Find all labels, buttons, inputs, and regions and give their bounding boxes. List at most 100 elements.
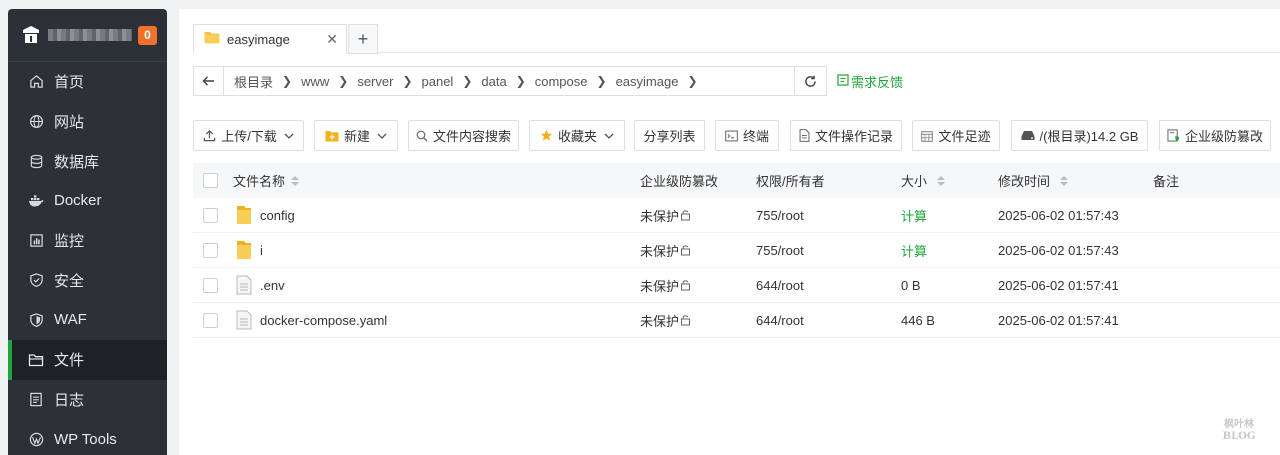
tamper-status[interactable]: 未保护 xyxy=(640,311,691,330)
plus-icon: + xyxy=(357,28,369,49)
sidebar: 0 首页 网站 数据库 Docker 监控 安全 WAF 文件 日志 WP To… xyxy=(8,9,167,455)
column-header-name[interactable]: 文件名称 xyxy=(233,171,300,190)
sidebar-item-waf[interactable]: WAF xyxy=(8,300,167,340)
file-name[interactable]: i xyxy=(260,243,263,258)
lock-icon xyxy=(680,209,691,221)
folder-icon xyxy=(204,31,220,47)
chevron-right-icon: ❯ xyxy=(282,74,293,88)
notification-badge[interactable]: 0 xyxy=(138,25,157,45)
sidebar-item-database[interactable]: 数据库 xyxy=(8,141,167,181)
tamper-protection-button[interactable]: 企业级防篡改 xyxy=(1159,120,1271,151)
upload-icon xyxy=(203,129,216,142)
content-search-label: 文件内容搜索 xyxy=(432,129,511,144)
favorites-button[interactable]: 收藏夹 xyxy=(529,120,625,151)
tamper-protection-label: 企业级防篡改 xyxy=(1184,129,1263,144)
sidebar-item-home[interactable]: 首页 xyxy=(8,62,167,102)
table-row[interactable]: docker-compose.yaml 未保护 644/root 446 B 2… xyxy=(193,303,1280,338)
tamper-status[interactable]: 未保护 xyxy=(640,241,691,260)
permission[interactable]: 755/root xyxy=(756,208,804,223)
breadcrumb-item-www[interactable]: www xyxy=(301,74,329,89)
file-footprint-button[interactable]: 文件足迹 xyxy=(912,120,1000,151)
permission[interactable]: 644/root xyxy=(756,278,804,293)
row-checkbox[interactable] xyxy=(203,207,218,223)
upload-download-button[interactable]: 上传/下载 xyxy=(193,120,304,151)
watermark: 枫叶林 BLOG xyxy=(1210,419,1268,443)
sidebar-item-monitor[interactable]: 监控 xyxy=(8,221,167,261)
select-all-checkbox[interactable] xyxy=(203,173,218,188)
tab-easyimage[interactable]: easyimage ✕ xyxy=(193,24,347,54)
upload-download-label: 上传/下载 xyxy=(221,129,277,144)
tamper-status[interactable]: 未保护 xyxy=(640,206,691,225)
tamper-status-label: 未保护 xyxy=(640,278,680,294)
disk-icon xyxy=(1021,130,1035,141)
sidebar-item-label: 安全 xyxy=(54,272,85,290)
search-icon xyxy=(416,130,428,142)
table-row[interactable]: i 未保护 755/root 计算 2025-06-02 01:57:43 xyxy=(193,233,1280,268)
chevron-right-icon: ❯ xyxy=(402,74,413,88)
permission[interactable]: 755/root xyxy=(756,243,804,258)
file-name[interactable]: docker-compose.yaml xyxy=(260,313,387,328)
monitor-icon xyxy=(28,233,44,249)
size-calculate-link[interactable]: 计算 xyxy=(901,206,927,225)
file-name[interactable]: config xyxy=(260,208,295,223)
modified-time: 2025-06-02 01:57:41 xyxy=(998,312,1119,328)
sidebar-item-label: 文件 xyxy=(54,352,85,370)
breadcrumb-item-server[interactable]: server xyxy=(357,74,393,89)
sidebar-item-security[interactable]: 安全 xyxy=(8,260,167,300)
breadcrumb: 根目录 ❯ www ❯ server ❯ panel ❯ data ❯ comp… xyxy=(224,72,794,91)
table-row[interactable]: config 未保护 755/root 计算 2025-06-02 01:57:… xyxy=(193,198,1280,233)
folder-icon xyxy=(28,352,44,368)
row-checkbox[interactable] xyxy=(203,277,218,293)
new-button[interactable]: 新建 xyxy=(314,120,398,151)
sidebar-item-label: WAF xyxy=(54,311,87,329)
sort-icon xyxy=(937,175,946,186)
table-header: 文件名称 企业级防篡改 权限/所有者 大小 修改时间 备注 xyxy=(193,163,1280,198)
sidebar-item-wp-tools[interactable]: WP Tools xyxy=(8,419,167,455)
tamper-status[interactable]: 未保护 xyxy=(640,276,691,295)
column-header-note: 备注 xyxy=(1153,174,1180,189)
arrow-left-icon xyxy=(202,76,215,86)
size-calculate-link[interactable]: 计算 xyxy=(901,241,927,260)
file-operation-log-label: 文件操作记录 xyxy=(814,129,893,144)
permission[interactable]: 644/root xyxy=(756,313,804,328)
sidebar-item-docker[interactable]: Docker xyxy=(8,181,167,221)
add-tab-button[interactable]: + xyxy=(348,24,378,54)
breadcrumb-item-compose[interactable]: compose xyxy=(535,74,588,89)
file-icon xyxy=(236,310,252,330)
modified-time: 2025-06-02 01:57:41 xyxy=(998,277,1119,293)
column-header-permission: 权限/所有者 xyxy=(756,174,825,189)
chevron-down-icon xyxy=(604,133,614,139)
home-icon xyxy=(28,74,44,90)
terminal-button[interactable]: 终端 xyxy=(715,120,779,151)
share-list-button[interactable]: 分享列表 xyxy=(634,120,705,151)
calendar-icon xyxy=(921,130,934,142)
sidebar-item-label: WP Tools xyxy=(54,430,117,448)
content-search-button[interactable]: 文件内容搜索 xyxy=(408,120,519,151)
sidebar-item-website[interactable]: 网站 xyxy=(8,102,167,142)
file-operation-log-button[interactable]: 文件操作记录 xyxy=(790,120,902,151)
back-button[interactable] xyxy=(194,67,224,95)
file-name[interactable]: .env xyxy=(260,278,285,293)
column-header-size[interactable]: 大小 xyxy=(901,171,946,190)
table-row[interactable]: .env 未保护 644/root 0 B 2025-06-02 01:57:4… xyxy=(193,268,1280,303)
disk-button[interactable]: /(根目录)14.2 GB xyxy=(1011,120,1148,151)
breadcrumb-item-panel[interactable]: panel xyxy=(422,74,454,89)
row-checkbox[interactable] xyxy=(203,312,218,328)
sidebar-item-logs[interactable]: 日志 xyxy=(8,380,167,420)
chevron-right-icon: ❯ xyxy=(687,74,698,88)
breadcrumb-item-root[interactable]: 根目录 xyxy=(234,72,273,91)
row-checkbox[interactable] xyxy=(203,242,218,258)
sidebar-item-label: 网站 xyxy=(54,114,85,132)
favorites-label: 收藏夹 xyxy=(557,129,597,144)
tamper-status-label: 未保护 xyxy=(640,243,680,259)
modified-time: 2025-06-02 01:57:43 xyxy=(998,242,1119,258)
feedback-link[interactable]: 需求反馈 xyxy=(837,72,903,91)
breadcrumb-item-data[interactable]: data xyxy=(481,74,506,89)
sidebar-item-files[interactable]: 文件 xyxy=(8,339,167,380)
refresh-button[interactable] xyxy=(794,67,826,95)
column-header-mtime[interactable]: 修改时间 xyxy=(998,171,1069,190)
close-icon[interactable]: ✕ xyxy=(326,31,338,48)
database-icon xyxy=(28,153,44,169)
breadcrumb-item-easyimage[interactable]: easyimage xyxy=(616,74,679,89)
share-list-label: 分享列表 xyxy=(643,129,696,144)
